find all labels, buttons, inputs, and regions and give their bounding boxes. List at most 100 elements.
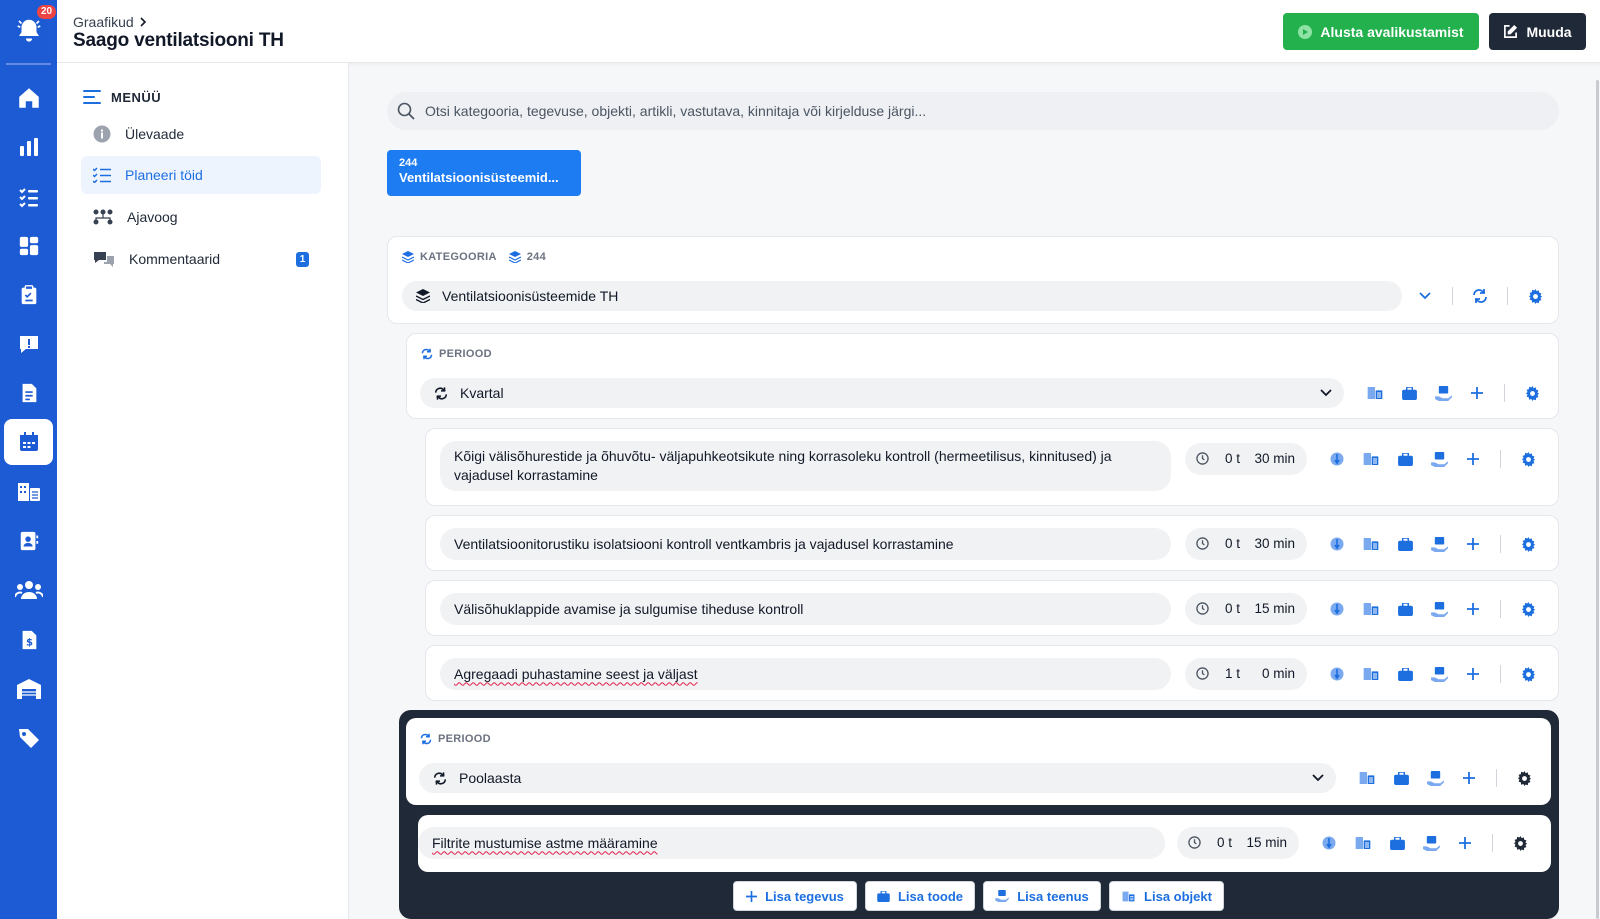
chevron-down-icon[interactable] [1408, 281, 1442, 311]
contact-card-icon[interactable] [4, 518, 53, 564]
chevron-down-icon[interactable] [1320, 389, 1332, 397]
breadcrumb[interactable]: Graafikud [73, 14, 148, 30]
hamburger-icon[interactable] [83, 89, 101, 105]
building-list-icon [1122, 891, 1135, 901]
search-bar[interactable] [387, 92, 1559, 130]
building-list-icon[interactable] [1354, 659, 1388, 689]
gear-icon[interactable] [1518, 281, 1552, 311]
building-list-icon[interactable] [1354, 529, 1388, 559]
gear-icon[interactable] [1515, 378, 1549, 408]
users-icon[interactable] [4, 567, 53, 613]
priority-pin-icon[interactable] [1320, 444, 1354, 474]
menu-item-comments[interactable]: Kommentaarid 1 [81, 240, 321, 278]
home-icon[interactable] [4, 75, 53, 121]
task-duration[interactable]: 0 t 30 min [1185, 443, 1307, 475]
menu-item-label: Kommentaarid [129, 251, 221, 267]
priority-pin-icon[interactable] [1320, 529, 1354, 559]
menu-header[interactable]: MENÜÜ [83, 89, 161, 105]
chevron-down-icon[interactable] [1312, 774, 1324, 782]
add-activity-button[interactable]: Lisa tegevus [733, 881, 857, 911]
service-hand-icon[interactable] [1422, 444, 1456, 474]
play-circle-icon [1298, 24, 1313, 39]
period-select[interactable]: Poolaasta [419, 763, 1336, 793]
task-duration[interactable]: 1 t 0 min [1185, 658, 1307, 690]
plus-icon[interactable] [1456, 659, 1490, 689]
task-duration[interactable]: 0 t 15 min [1185, 593, 1307, 625]
invoice-icon[interactable]: $ [4, 617, 53, 663]
gear-icon[interactable] [1503, 828, 1537, 858]
service-hand-icon[interactable] [1414, 828, 1448, 858]
add-product-button[interactable]: Lisa toode [865, 881, 975, 911]
plus-icon[interactable] [1460, 378, 1494, 408]
dashboard-icon[interactable] [4, 223, 53, 269]
gear-icon[interactable] [1507, 763, 1541, 793]
document-icon[interactable] [4, 370, 53, 416]
briefcase-icon[interactable] [1388, 594, 1422, 624]
gear-icon[interactable] [1511, 444, 1545, 474]
repeat-icon [420, 733, 432, 745]
task-hours: 0 t [1225, 451, 1241, 466]
edit-button[interactable]: Muuda [1489, 13, 1586, 50]
plus-icon[interactable] [1456, 594, 1490, 624]
service-hand-icon[interactable] [1418, 763, 1452, 793]
warehouse-icon[interactable] [4, 666, 53, 712]
category-select[interactable]: Ventilatsioonisüsteemide TH [402, 281, 1402, 311]
briefcase-icon[interactable] [1392, 378, 1426, 408]
building-list-icon[interactable] [1358, 378, 1392, 408]
task-description[interactable]: Agregaadi puhastamine seest ja väljast [440, 658, 1171, 690]
category-chip[interactable]: 244 Ventilatsioonisüsteemid... [387, 150, 581, 196]
menu-item-timeline[interactable]: Ajavoog [81, 198, 321, 236]
task-description[interactable]: Filtrite mustumise astme määramine [418, 827, 1165, 859]
priority-pin-icon[interactable] [1312, 828, 1346, 858]
swap-arrows-icon[interactable] [1463, 281, 1497, 311]
task-description[interactable]: Välisõhuklappide avamise ja sulgumise ti… [440, 593, 1171, 625]
service-hand-icon[interactable] [1422, 529, 1456, 559]
gear-icon[interactable] [1511, 529, 1545, 559]
checklist-icon[interactable] [4, 174, 53, 220]
service-hand-icon[interactable] [1422, 594, 1456, 624]
notifications-bell-icon[interactable]: 20 [0, 0, 57, 62]
task-card: Välisõhuklappide avamise ja sulgumise ti… [425, 580, 1559, 636]
search-input[interactable] [425, 103, 1525, 119]
plus-icon[interactable] [1448, 828, 1482, 858]
priority-pin-icon[interactable] [1320, 659, 1354, 689]
tag-icon[interactable] [4, 715, 53, 761]
start-publishing-button[interactable]: Alusta avalikustamist [1283, 13, 1479, 50]
menu-item-overview[interactable]: Ülevaade [81, 115, 321, 153]
briefcase-icon[interactable] [1388, 659, 1422, 689]
task-duration[interactable]: 0 t 30 min [1185, 528, 1307, 560]
divider [1500, 665, 1501, 683]
plus-icon[interactable] [1452, 763, 1486, 793]
service-hand-icon[interactable] [1422, 659, 1456, 689]
building-list-icon[interactable] [1354, 444, 1388, 474]
divider [1504, 384, 1505, 402]
alert-icon[interactable] [4, 321, 53, 367]
briefcase-icon[interactable] [1380, 828, 1414, 858]
period-select[interactable]: Kvartal [420, 378, 1344, 408]
task-description[interactable]: Ventilatsioonitorustiku isolatsiooni kon… [440, 528, 1171, 560]
task-card: Agregaadi puhastamine seest ja väljast 1… [425, 645, 1559, 701]
task-description[interactable]: Kõigi välisõhurestide ja õhuvõtu- väljap… [440, 441, 1171, 491]
service-hand-icon[interactable] [1426, 378, 1460, 408]
breadcrumb-link[interactable]: Graafikud [73, 14, 134, 30]
calendar-icon[interactable] [4, 419, 53, 465]
menu-item-plan-work[interactable]: Planeeri töid [81, 156, 321, 194]
add-service-button[interactable]: Lisa teenus [983, 881, 1101, 911]
gear-icon[interactable] [1511, 594, 1545, 624]
plus-icon[interactable] [1456, 529, 1490, 559]
gear-icon[interactable] [1511, 659, 1545, 689]
briefcase-icon[interactable] [1388, 444, 1422, 474]
building-list-icon[interactable] [1350, 763, 1384, 793]
add-object-button[interactable]: Lisa objekt [1109, 881, 1224, 911]
briefcase-icon[interactable] [1388, 529, 1422, 559]
building-list-icon[interactable] [1354, 594, 1388, 624]
bar-chart-icon[interactable] [4, 124, 53, 170]
clipboard-icon[interactable] [4, 272, 53, 318]
briefcase-icon[interactable] [1384, 763, 1418, 793]
plus-icon[interactable] [1456, 444, 1490, 474]
page-scrollbar[interactable] [1596, 80, 1599, 919]
building-list-icon[interactable] [1346, 828, 1380, 858]
building-list-icon[interactable] [4, 469, 53, 515]
task-duration[interactable]: 0 t 15 min [1177, 827, 1299, 859]
priority-pin-icon[interactable] [1320, 594, 1354, 624]
